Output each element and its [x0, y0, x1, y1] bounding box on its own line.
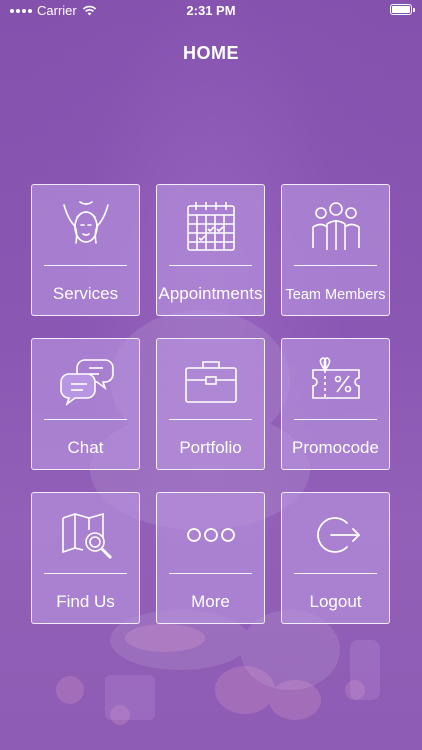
menu-tile-label: Logout [309, 592, 362, 611]
menu-tile-portfolio[interactable]: Portfolio [156, 338, 265, 470]
status-bar: Carrier 2:31 PM [0, 0, 422, 22]
calendar-icon [157, 199, 264, 255]
tile-divider [294, 265, 377, 266]
menu-tile-label: Portfolio [179, 438, 242, 457]
tile-divider [169, 573, 252, 574]
page-title: HOME [183, 43, 239, 63]
team-icon [282, 199, 389, 255]
tile-divider [44, 573, 127, 574]
menu-tile-find-us[interactable]: Find Us [31, 492, 140, 624]
menu-tile-label: More [191, 592, 230, 611]
menu-tile-label: Team Members [285, 287, 386, 303]
gift-coupon-icon [282, 353, 389, 409]
more-dots-icon [157, 507, 264, 563]
menu-tile-label: Appointments [158, 284, 263, 303]
menu-tile-appointments[interactable]: Appointments [156, 184, 265, 316]
menu-tile-team-members[interactable]: Team Members [281, 184, 390, 316]
menu-tile-label: Promocode [292, 438, 379, 457]
menu-tile-label: Find Us [56, 592, 115, 611]
tile-divider [44, 419, 127, 420]
tile-divider [169, 265, 252, 266]
map-search-icon [32, 507, 139, 563]
tile-divider [294, 573, 377, 574]
tile-divider [169, 419, 252, 420]
briefcase-icon [157, 353, 264, 409]
menu-tile-services[interactable]: Services [31, 184, 140, 316]
clock: 2:31 PM [186, 3, 236, 18]
face-massage-icon [32, 199, 139, 255]
menu-tile-promocode[interactable]: Promocode [281, 338, 390, 470]
tile-divider [44, 265, 127, 266]
battery-icon [390, 4, 415, 15]
chat-bubbles-icon [32, 353, 139, 409]
menu-tile-logout[interactable]: Logout [281, 492, 390, 624]
menu-tile-chat[interactable]: Chat [31, 338, 140, 470]
logout-icon [282, 507, 389, 563]
tile-divider [294, 419, 377, 420]
menu-tile-label: Services [52, 284, 119, 303]
menu-tile-label: Chat [67, 438, 104, 457]
menu-tile-more[interactable]: More [156, 492, 265, 624]
